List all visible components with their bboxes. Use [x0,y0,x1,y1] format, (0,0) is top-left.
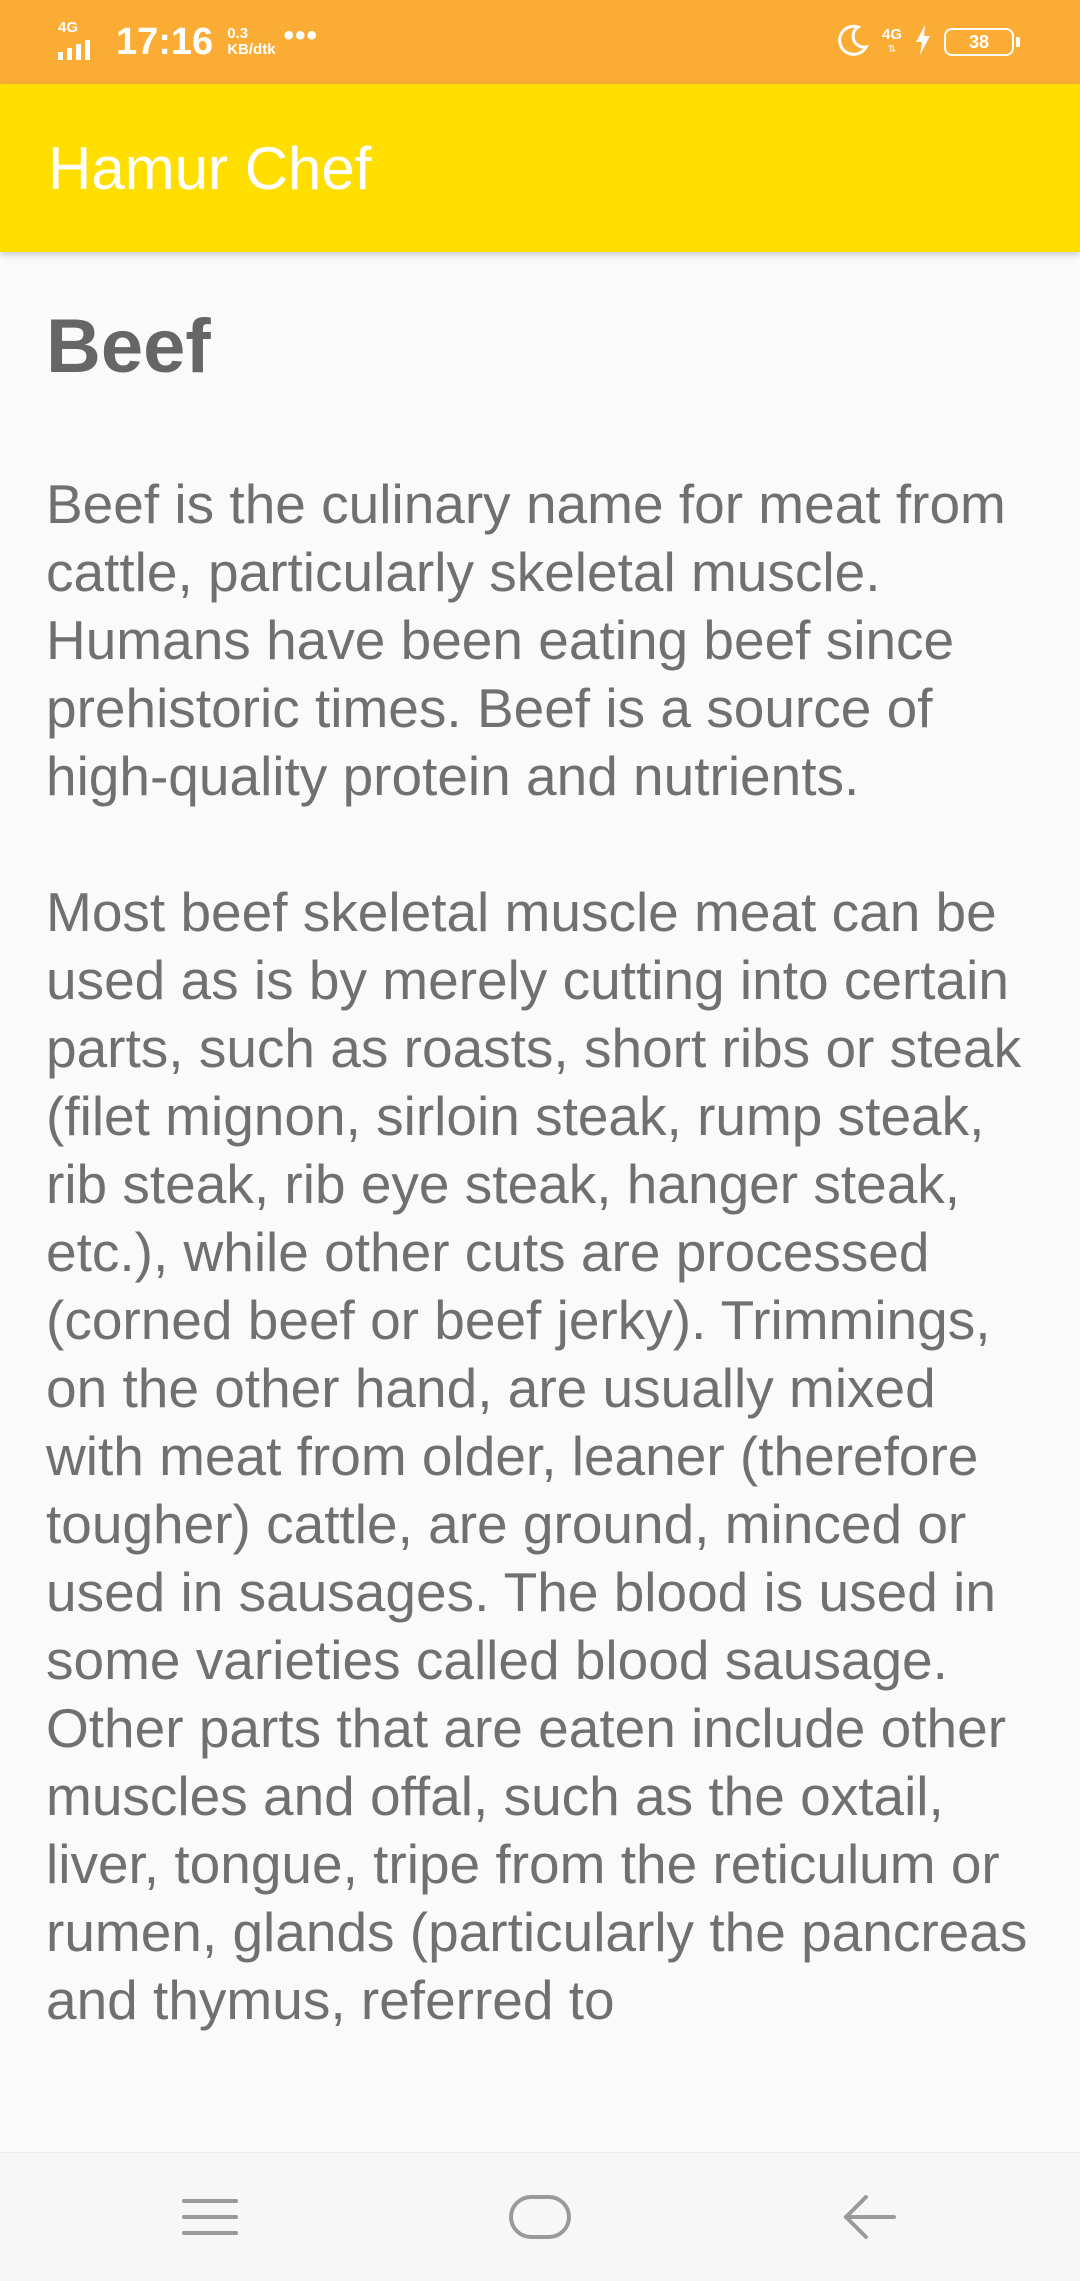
article-body: Beef is the culinary name for meat from … [46,470,1046,2102]
app-title: Hamur Chef [48,135,372,202]
back-button[interactable] [810,2153,930,2281]
network-type-label: 4G [58,19,79,36]
status-bar: 4G 17:16 0.3 KB/dtk ••• 4G ⇅ 38 [0,0,1080,84]
article-paragraph: Most beef skeletal muscle meat can be us… [46,881,1028,2031]
mobile-data-label: 4G [881,26,902,43]
moon-icon [836,23,870,62]
mobile-data-icon: 4G ⇅ [881,26,902,55]
menu-button[interactable] [150,2153,270,2281]
article-scroll-view[interactable]: Beef Beef is the culinary name for meat … [0,252,1080,2152]
back-icon [842,2193,898,2241]
signal-bars [58,40,90,60]
clock: 17:16 [116,20,214,63]
article-title: Beef [46,304,211,389]
system-navigation-bar [0,2152,1080,2281]
battery-level: 38 [944,28,1014,56]
status-right: 4G ⇅ 38 [836,0,1020,84]
home-icon [508,2193,572,2241]
network-speed-unit: KB/dtk [227,41,276,58]
home-button[interactable] [480,2153,600,2281]
battery-icon: 38 [944,28,1020,56]
network-speed-value: 0.3 [227,25,249,42]
article-paragraph: Beef is the culinary name for meat from … [46,473,1006,807]
more-notifications-icon: ••• [283,19,319,52]
status-left: 4G 17:16 0.3 KB/dtk ••• [56,0,318,84]
network-speed: 0.3 KB/dtk [227,26,275,58]
menu-icon [182,2197,238,2237]
charging-icon [914,24,932,61]
signal-icon: 4G [56,20,106,64]
app-bar: Hamur Chef [0,84,1080,252]
